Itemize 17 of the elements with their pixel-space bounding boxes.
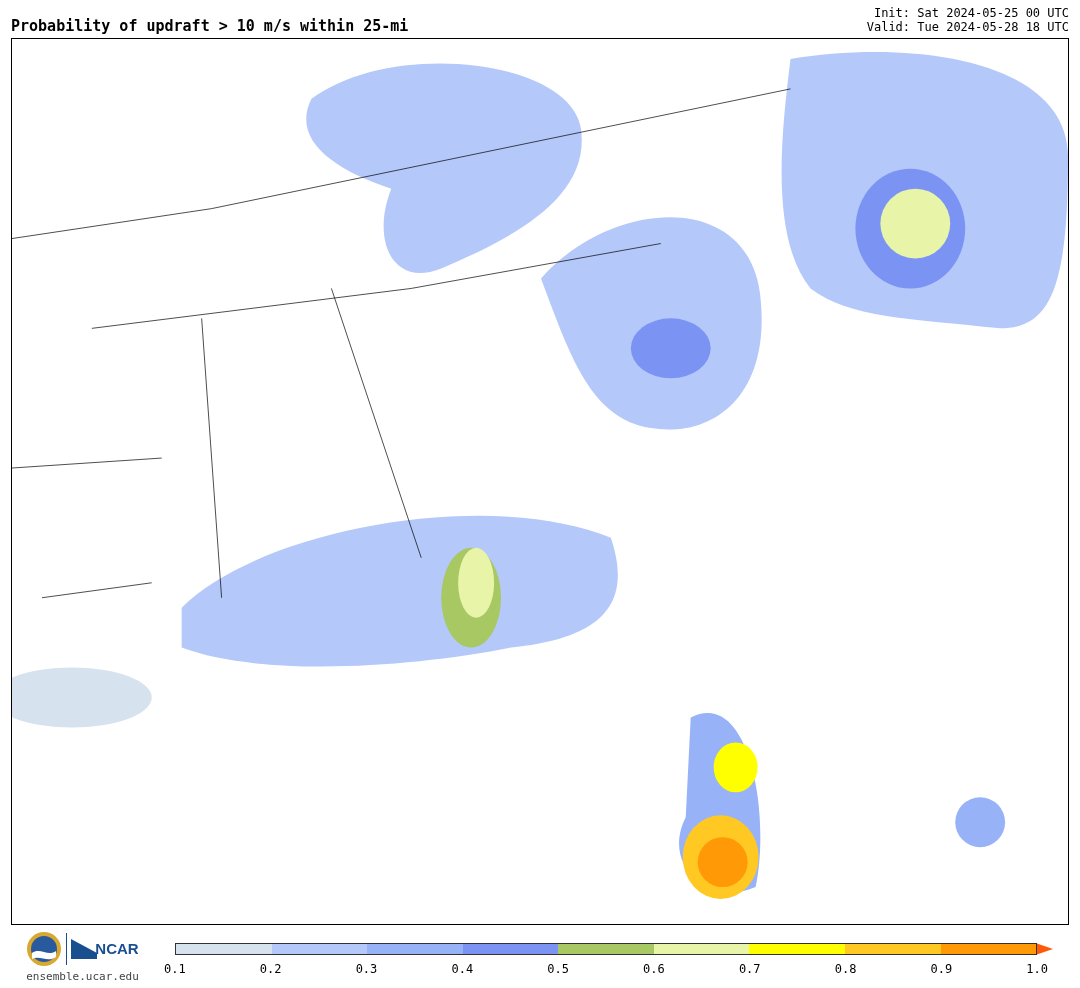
colorbar-tick-label: 0.3 <box>355 961 378 978</box>
site-url: ensemble.ucar.edu <box>26 969 139 985</box>
colorbar-tick-label: 0.4 <box>451 961 474 978</box>
colorbar-tick-label: 0.9 <box>930 961 953 978</box>
seal-logo-icon <box>26 931 63 967</box>
logo-text: NCAR <box>95 938 139 959</box>
colorbar-tick-label: 0.1 <box>164 961 186 978</box>
init-time: Init: Sat 2024-05-25 00 UTC <box>873 6 1069 20</box>
colorbar-tick-label: 0.7 <box>738 961 761 978</box>
chart-title: Probability of updraft > 10 m/s within 25-mi <box>11 19 409 34</box>
colorbar-tick-label: 0.2 <box>259 961 282 978</box>
colorbar-tick-label: 0.6 <box>643 961 665 978</box>
swoosh-logo-icon <box>71 939 98 959</box>
colorbar-tick-label: 0.5 <box>547 961 569 978</box>
colorbar-tick-label: 1.0 <box>1026 961 1048 978</box>
valid-time: Valid: Tue 2024-05-28 18 UTC <box>866 20 1069 34</box>
colorbar-tick-label: 0.8 <box>834 961 857 978</box>
